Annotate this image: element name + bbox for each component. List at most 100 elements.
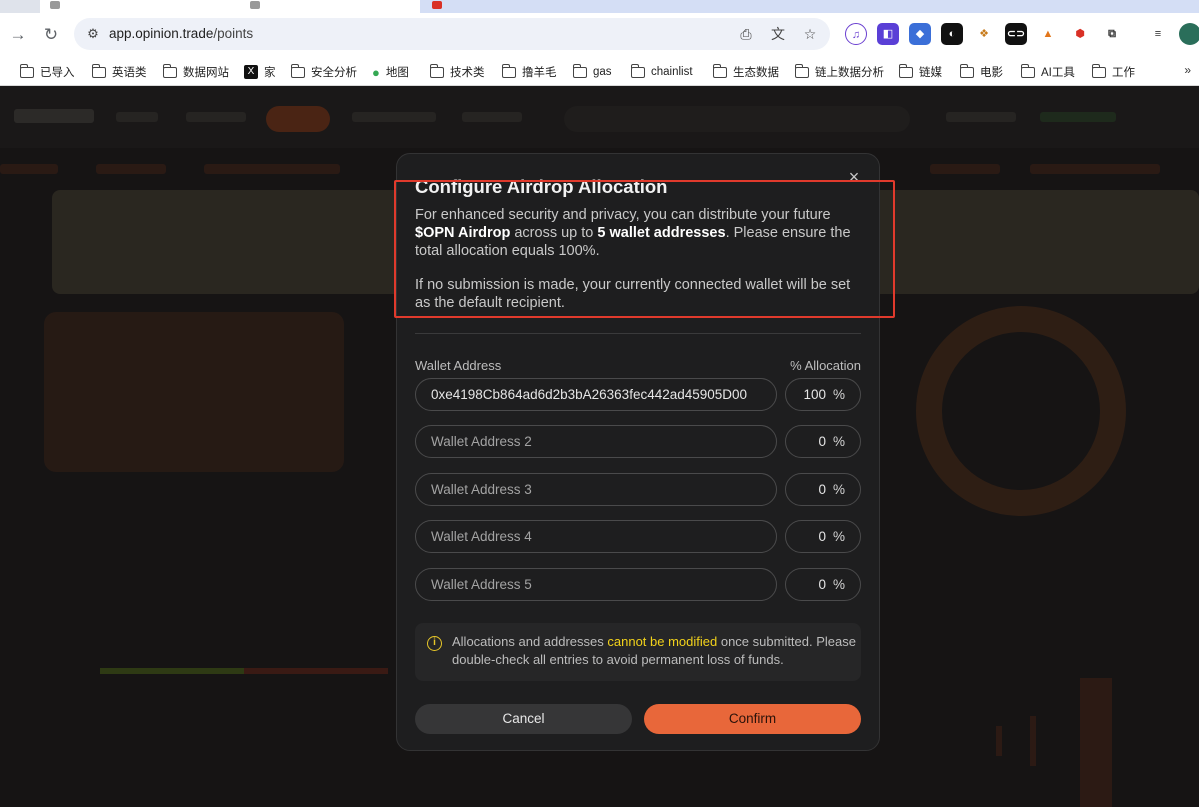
bookmark-label: 电影 [980, 67, 1003, 79]
forward-icon[interactable]: → [6, 23, 30, 47]
allocation-input-5[interactable]: 0% [785, 568, 861, 601]
bookmark-folder[interactable]: chainlist [630, 63, 693, 81]
bookmark-folder[interactable]: 电影 [959, 63, 1003, 81]
profile-avatar[interactable] [1179, 23, 1199, 45]
folder-icon [162, 63, 177, 78]
folder-icon [794, 63, 809, 78]
site-subnav-item [1030, 164, 1160, 174]
bookmark-folder[interactable]: 数据网站 [162, 63, 229, 81]
extensions-puzzle-icon[interactable]: ⧉ [1101, 23, 1123, 45]
x-logo-icon: X [244, 65, 258, 79]
extension-icon[interactable]: ◆ [909, 23, 931, 45]
site-info-icon[interactable]: ⚙ [84, 25, 102, 43]
extension-icon[interactable]: ◧ [877, 23, 899, 45]
address-bar[interactable]: ⚙ app.opinion.trade/points ⎙ 文 ☆ [74, 18, 830, 50]
metamask-icon[interactable]: ▲ [1037, 23, 1059, 45]
site-subnav-item [930, 164, 1000, 174]
bookmark-label: 数据网站 [183, 67, 229, 79]
site-subnav-item [96, 164, 166, 174]
bookmark-folder[interactable]: 英语类 [91, 63, 147, 81]
reading-list-icon[interactable]: ≡ [1147, 23, 1169, 45]
bookmark-label: chainlist [651, 66, 693, 78]
extension-icon[interactable]: ◐ [941, 23, 963, 45]
extensions-row: ♫ ◧ ◆ ◐ ❖ ⊂⊃ ▲ ⬢ ⧉ ≡ [845, 23, 1199, 45]
site-nav-item [116, 112, 158, 122]
bookmark-label: gas [593, 66, 612, 78]
warning-text: Allocations and addresses cannot be modi… [452, 633, 857, 669]
translate-icon[interactable]: 文 [768, 24, 788, 44]
confirm-button[interactable]: Confirm [644, 704, 861, 734]
site-nav-item [462, 112, 522, 122]
wallet-address-input-2[interactable] [415, 425, 777, 458]
percent-sign: % [832, 482, 845, 497]
site-subnav-item [0, 164, 58, 174]
extension-icon[interactable]: ⬢ [1069, 23, 1091, 45]
cancel-button[interactable]: Cancel [415, 704, 632, 734]
tab-active[interactable] [40, 0, 420, 13]
bookmark-label: 英语类 [112, 67, 147, 79]
tab-inactive[interactable] [420, 0, 1199, 13]
site-nav-item [186, 112, 246, 122]
folder-icon [501, 63, 516, 78]
allocation-value: 0 [818, 434, 826, 449]
browser-toolbar: → ↻ ⚙ app.opinion.trade/points ⎙ 文 ☆ ♫ ◧… [0, 13, 1199, 57]
allocation-input-4[interactable]: 0% [785, 520, 861, 553]
bookmark-link[interactable]: ● 地图 [372, 63, 409, 81]
wallet-address-input-4[interactable] [415, 520, 777, 553]
allocation-value: 0 [818, 577, 826, 592]
tab-favicon-icon [432, 1, 442, 9]
site-balance [946, 112, 1016, 122]
bookmark-folder[interactable]: gas [572, 63, 612, 81]
folder-icon [959, 63, 974, 78]
folder-icon [19, 63, 34, 78]
url-host: app.opinion.trade [109, 26, 214, 41]
info-icon: i [427, 636, 442, 651]
highlight-annotation-box [394, 180, 895, 318]
url-text[interactable]: app.opinion.trade/points [109, 26, 253, 41]
wallet-address-label: Wallet Address [415, 358, 502, 373]
bookmark-label: 技术类 [450, 67, 485, 79]
bookmark-folder[interactable]: 撸羊毛 [501, 63, 557, 81]
divider [415, 333, 861, 334]
bookmark-folder[interactable]: AI工具 [1020, 63, 1075, 81]
allocation-input-1[interactable]: 100% [785, 378, 861, 411]
folder-icon [290, 63, 305, 78]
allocation-input-3[interactable]: 0% [785, 473, 861, 506]
site-balance [1040, 112, 1116, 122]
warning-highlight: cannot be modified [607, 634, 718, 649]
allocation-value: 100 [803, 387, 826, 402]
bookmark-folder[interactable]: 链媒 [898, 63, 942, 81]
reload-icon[interactable]: ↻ [39, 23, 63, 47]
extension-icon[interactable]: ❖ [973, 23, 995, 45]
allocation-input-2[interactable]: 0% [785, 425, 861, 458]
bookmark-folder[interactable]: 工作 [1091, 63, 1135, 81]
bookmark-label: AI工具 [1041, 67, 1075, 79]
bookmark-link[interactable]: X家 [244, 63, 276, 81]
extension-icon[interactable]: ⊂⊃ [1005, 23, 1027, 45]
allocation-label: % Allocation [790, 358, 861, 373]
bookmarks-bar: 已导入 英语类 数据网站 X家 安全分析 ● 地图 技术类 撸羊毛 gas cha… [0, 57, 1199, 86]
bookmark-label: 链媒 [919, 67, 942, 79]
site-search [564, 106, 910, 132]
extension-icon[interactable]: ♫ [845, 23, 867, 45]
bookmark-label: 地图 [385, 67, 409, 79]
wallet-address-input-1[interactable] [415, 378, 777, 411]
bookmark-folder[interactable]: 技术类 [429, 63, 485, 81]
bookmark-folder[interactable]: 安全分析 [290, 63, 357, 81]
install-app-icon[interactable]: ⎙ [736, 24, 756, 44]
bookmarks-overflow-icon[interactable]: » [1184, 63, 1191, 77]
folder-icon [1020, 63, 1035, 78]
site-hero-art [44, 312, 344, 472]
tab-favicon-icon [250, 1, 260, 9]
maps-pin-icon: ● [372, 64, 380, 80]
wallet-address-input-5[interactable] [415, 568, 777, 601]
allocation-value: 0 [818, 482, 826, 497]
bookmark-star-icon[interactable]: ☆ [800, 24, 820, 44]
folder-icon [712, 63, 727, 78]
site-ring-art [916, 306, 1126, 516]
bookmark-label: 工作 [1112, 67, 1135, 79]
bookmark-folder[interactable]: 已导入 [19, 63, 75, 81]
bookmark-folder[interactable]: 生态数据 [712, 63, 779, 81]
bookmark-folder[interactable]: 链上数据分析 [794, 63, 884, 81]
wallet-address-input-3[interactable] [415, 473, 777, 506]
